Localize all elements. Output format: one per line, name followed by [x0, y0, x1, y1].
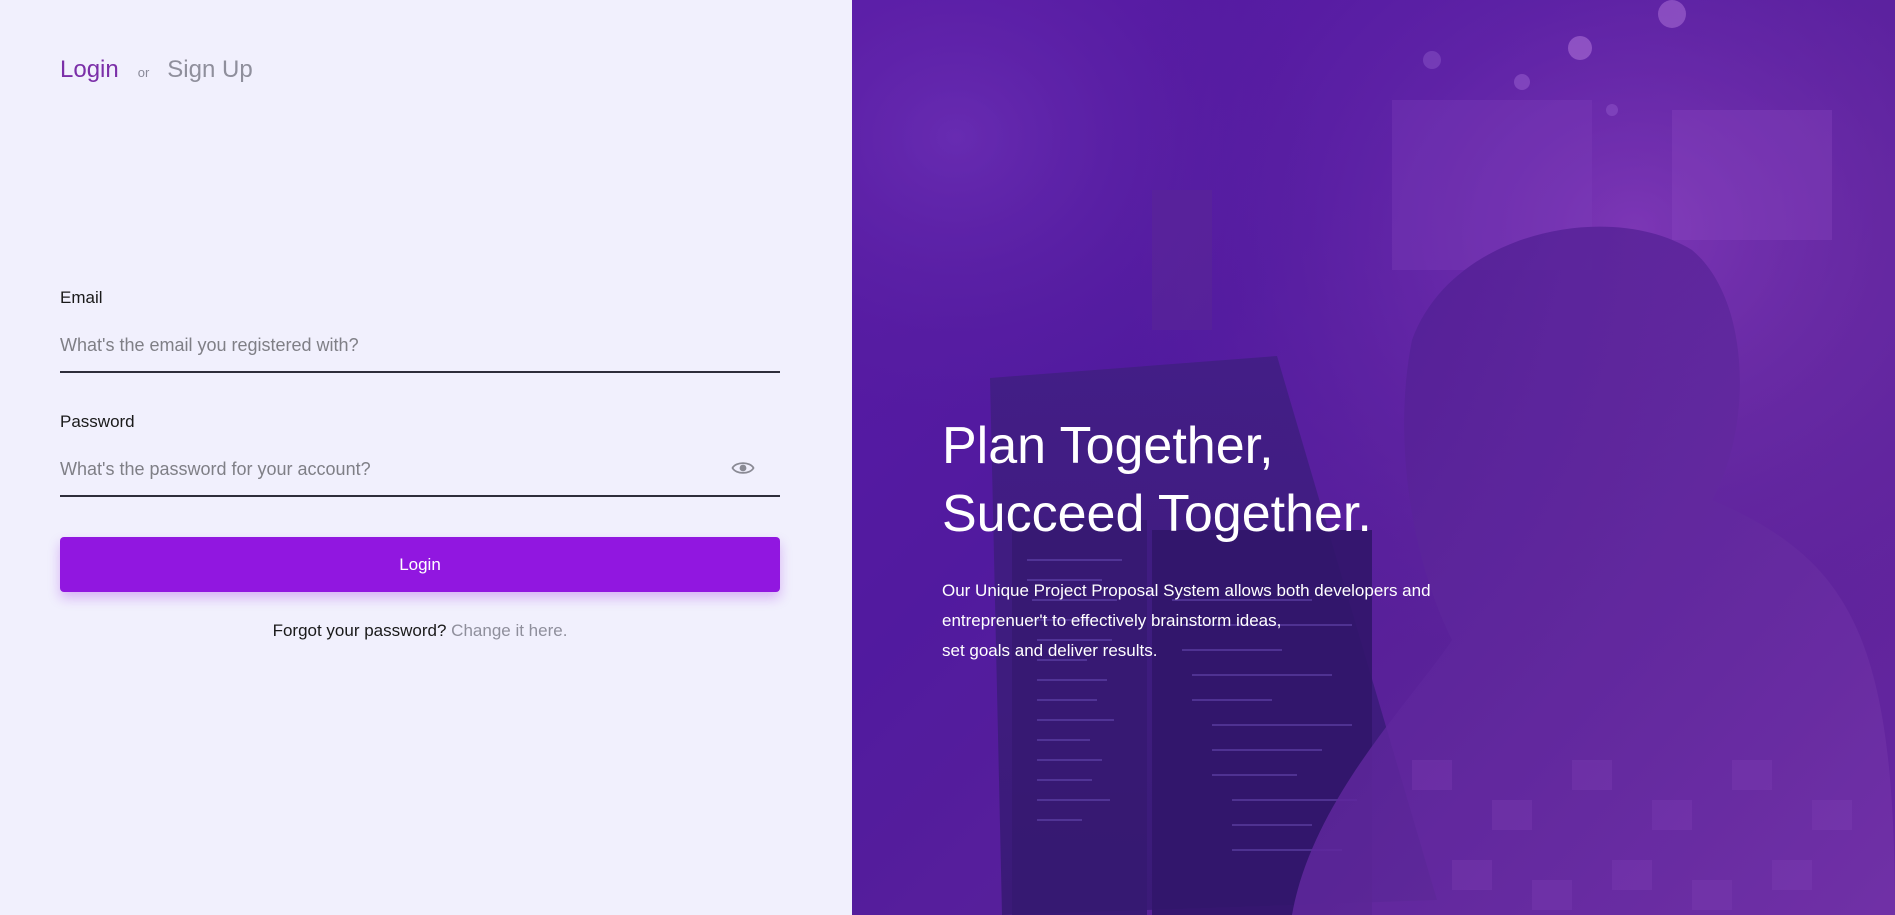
eye-icon[interactable] — [731, 459, 755, 477]
hero-panel: Plan Together, Succeed Together. Our Uni… — [852, 0, 1895, 915]
email-field[interactable] — [60, 321, 780, 369]
login-panel: Login or Sign Up Email Password Login Fo… — [0, 0, 852, 915]
forgot-password-text: Forgot your password? — [272, 621, 447, 640]
change-password-link[interactable]: Change it here. — [451, 621, 567, 640]
password-field[interactable] — [60, 445, 780, 493]
tab-login[interactable]: Login — [60, 56, 119, 84]
tabs-separator: or — [137, 65, 150, 80]
password-field-wrapper — [60, 445, 780, 497]
hero-desc-line-3: set goals and deliver results. — [942, 641, 1158, 660]
hero-desc-line-2: entreprenuer't to effectively brainstorm… — [942, 611, 1282, 630]
login-form: Email Password Login Forgot your passwor… — [60, 285, 780, 641]
hero-title-line-2: Succeed Together. — [942, 485, 1372, 543]
hero-title: Plan Together, Succeed Together. — [942, 412, 1642, 548]
tab-signup[interactable]: Sign Up — [167, 56, 252, 84]
login-button[interactable]: Login — [60, 537, 780, 592]
hero-desc-line-1: Our Unique Project Proposal System allow… — [942, 581, 1431, 600]
auth-tabs: Login or Sign Up — [60, 56, 253, 84]
hero-title-line-1: Plan Together, — [942, 417, 1274, 475]
hero-content: Plan Together, Succeed Together. Our Uni… — [942, 412, 1642, 666]
email-field-wrapper — [60, 321, 780, 373]
email-label: Email — [60, 288, 103, 307]
hero-description: Our Unique Project Proposal System allow… — [942, 576, 1462, 666]
forgot-password-row: Forgot your password? Change it here. — [60, 621, 780, 641]
login-page: Login or Sign Up Email Password Login Fo… — [0, 0, 1895, 915]
password-label: Password — [60, 412, 135, 431]
